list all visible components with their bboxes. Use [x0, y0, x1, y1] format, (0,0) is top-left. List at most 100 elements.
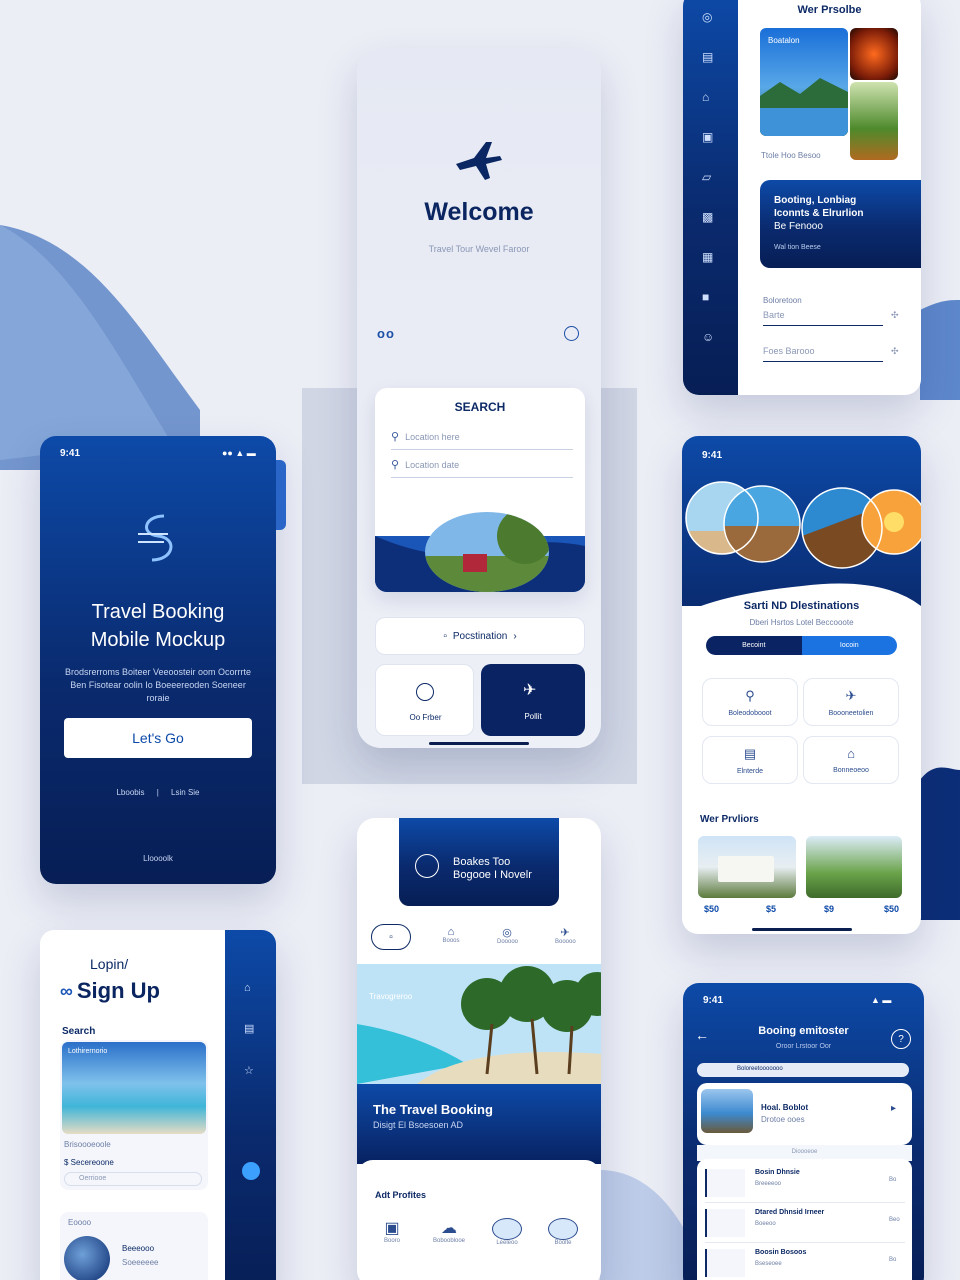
plane-icon: ✈	[523, 682, 537, 699]
dest-subtitle: Dberi Hsrtos Lotel Beccooote	[749, 618, 854, 627]
home-indicator	[429, 742, 529, 745]
welcome-phone: Welcome Travel Tour Wevel Faroor oo SEAR…	[357, 48, 601, 748]
dest-home-indicator	[752, 928, 852, 931]
hero-title: The Travel Booking	[373, 1102, 493, 1117]
wallet-icon[interactable]: ■	[702, 290, 709, 304]
booking-list: Bosin Dhnsie Breeeeoo Bo Dtared Dhnsid I…	[697, 1159, 912, 1280]
profile-avatar-icon[interactable]	[242, 1162, 260, 1180]
grid-item-2[interactable]: ✈ Boooneetolien	[803, 678, 899, 726]
lake-scene	[760, 78, 848, 136]
bed-icon[interactable]: ▣	[702, 130, 713, 144]
beach-card[interactable]: Lothirernorio Brisoooeoole $ Secereoone …	[60, 1040, 208, 1190]
globe-icon[interactable]: ◎	[702, 10, 712, 24]
compass-icon	[416, 683, 434, 701]
profile-icon-2[interactable]: ☁ Bobooblooe	[431, 1218, 467, 1244]
destination-photo	[375, 512, 585, 592]
infinity-icon: ∞	[60, 980, 73, 1001]
hotel-icon[interactable]: ⌂	[702, 90, 709, 104]
chevron-right-icon: ›	[513, 630, 517, 642]
forest-photo[interactable]	[850, 82, 898, 160]
grid-item-1[interactable]: ⚲ Boleodobooot	[702, 678, 798, 726]
welcome-title: Welcome	[424, 198, 534, 226]
link-right[interactable]: Lsin Sie	[171, 788, 199, 797]
price-3: $9	[824, 904, 835, 914]
profile-icon-3[interactable]: Leeleoo	[489, 1218, 525, 1246]
pager-dots[interactable]: oo	[377, 326, 395, 341]
profiles-title: Adt Profites	[375, 1190, 427, 1200]
home-icon[interactable]: ⌂	[244, 982, 251, 994]
hotel-icon: ⌂	[847, 746, 855, 761]
booking-title: Booing emitoster	[758, 1025, 849, 1037]
field1-input[interactable]: Barte	[763, 308, 883, 326]
bus-icon: ▤	[743, 745, 757, 761]
airplane-icon	[456, 142, 502, 180]
intro-footer: Lloooolk	[143, 854, 173, 863]
booking-row-1[interactable]: Bosin Dhnsie Breeeeoo Bo	[705, 1163, 905, 1203]
search-card: SEARCH ⚲ Location here ⚲ Location date	[375, 388, 585, 592]
globe-icon	[415, 854, 439, 878]
booking-row-2[interactable]: Dtared Dhnsid Irneer Boeeoo Beo	[705, 1203, 905, 1243]
lake-photo[interactable]: Boatalon	[760, 28, 848, 136]
dest-status-time: 9:41	[702, 450, 723, 461]
map-icon[interactable]: ▦	[702, 250, 713, 264]
lets-go-button[interactable]: Let's Go	[64, 718, 252, 758]
grid-item-3[interactable]: ▤ Elnterde	[702, 736, 798, 784]
search-to-field[interactable]: ⚲ Location date	[391, 456, 573, 478]
login-bottom-card[interactable]: Eoooo Beeeooo Soeeeeee	[60, 1212, 208, 1280]
tab-flights[interactable]: ✈ Booooo	[555, 926, 576, 945]
calendar-icon: ▫	[443, 630, 447, 642]
profile-card: ◎ ▤ ⌂ ▣ ▱ ▩ ▦ ■ ☺ Wer Prsolbe Boatalon T…	[683, 0, 921, 395]
login-search-label: Search	[62, 1026, 96, 1037]
booking-item[interactable]: Hoal. Boblot Drotoe ooes ▸	[697, 1083, 912, 1145]
intro-body: Brodsrerroms Boiteer Veeoosteir oom Ocor…	[64, 667, 252, 703]
tile-left[interactable]: Oo Frber	[375, 664, 474, 736]
user-icon[interactable]: ☺	[702, 330, 714, 344]
bag-icon[interactable]: ▤	[702, 50, 713, 64]
detail-input[interactable]: Oerriooe	[64, 1172, 202, 1186]
plane-icon: ✈	[845, 687, 857, 703]
star-icon[interactable]: ☆	[244, 1064, 254, 1077]
help-icon[interactable]: ?	[891, 1029, 911, 1049]
status-time: 9:41	[60, 448, 81, 459]
hero-small-label: Travogreroo	[369, 992, 413, 1001]
search-icon: ⚲	[391, 459, 400, 471]
tab-bookings[interactable]: ▫	[371, 924, 411, 950]
booking-status-time: 9:41	[703, 995, 724, 1006]
link-left[interactable]: Lboobis	[116, 788, 144, 797]
profiles-panel: Adt Profites ▣ Booro ☁ Bobooblooe Leeleoo …	[357, 1160, 601, 1280]
hero-subtitle: Disigt El Bsoesoen AD	[373, 1120, 464, 1130]
tab-right[interactable]: Iocoin	[801, 636, 897, 655]
villa-photo[interactable]	[698, 836, 796, 898]
profile-icon-4[interactable]: Boolte	[545, 1218, 581, 1246]
profile-icon-1[interactable]: ▣ Booro	[379, 1218, 405, 1244]
field2-icon: ✣	[891, 346, 899, 356]
tab-explore[interactable]: ◎ Dooooo	[497, 926, 518, 945]
signup-title: ∞ Sign Up	[60, 978, 160, 1003]
grid-item-4[interactable]: ⌂ Bonneoeoo	[803, 736, 899, 784]
palm-photo[interactable]	[806, 836, 902, 898]
coral-photo[interactable]	[850, 28, 898, 80]
status-icons: ●● ▲ ▬	[222, 448, 256, 458]
search-from-field[interactable]: ⚲ Location here	[391, 428, 573, 450]
tab-left[interactable]: Becoint	[706, 636, 802, 655]
car-icon[interactable]: ▱	[702, 170, 711, 184]
booking-phone: 9:41 ▲ ▬ ← Booing emitoster Oroor Lrstoo…	[683, 983, 924, 1280]
booking-subtitle: Oroor Lrstoor Oor	[775, 1043, 832, 1050]
tab-hotels[interactable]: ⌂ Booos	[441, 926, 461, 944]
booking-tab[interactable]: Boloreetooooooo	[697, 1063, 909, 1077]
destination-button[interactable]: ▫ Pocstination ›	[375, 617, 585, 655]
intro-title: Travel Booking Mobile Mockup	[90, 601, 226, 651]
ticket-icon[interactable]: ▩	[702, 210, 713, 224]
profile-sidebar: ◎ ▤ ⌂ ▣ ▱ ▩ ▦ ■ ☺	[683, 0, 738, 395]
booking-row-3[interactable]: Boosin Bosoos Bseseoee Bo	[705, 1243, 905, 1280]
tile-right[interactable]: ✈ Pollit	[481, 664, 585, 736]
dest-section-title: Wer Prvliors	[700, 814, 759, 825]
field2-input[interactable]: Foes Barooo	[763, 344, 883, 362]
field1-label: Boloretoon	[763, 296, 802, 305]
travel-banner[interactable]: Boakes Too Bogooe I Novelr	[399, 818, 559, 906]
bookmark-icon[interactable]: ▸	[891, 1103, 896, 1114]
next-icon[interactable]	[564, 326, 579, 341]
promo-banner[interactable]: Booting, Lonbiag Iconnts & Elrurlion Be …	[760, 180, 921, 268]
suitcase-icon[interactable]: ▤	[244, 1022, 254, 1035]
logo-icon	[138, 514, 173, 562]
